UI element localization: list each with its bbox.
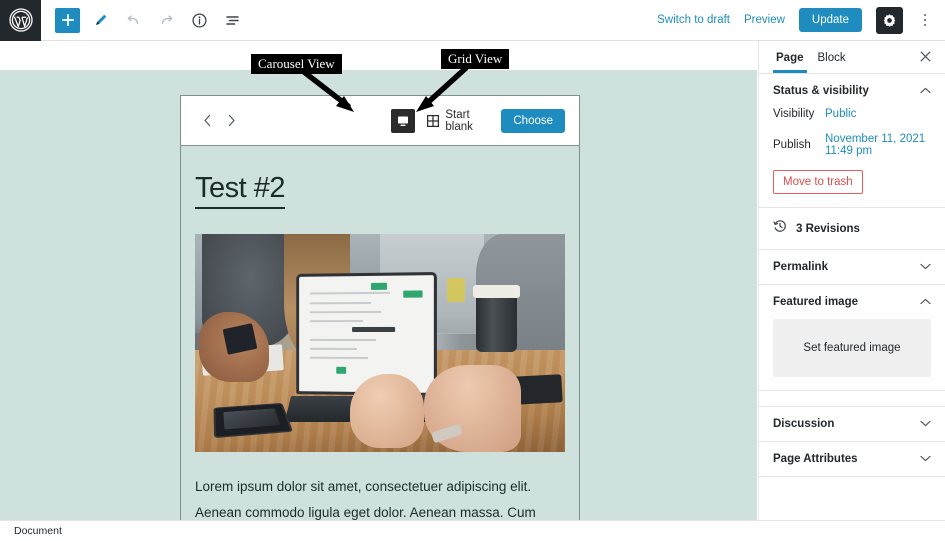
tools-pen-button[interactable] (88, 8, 113, 33)
chevron-down-icon[interactable] (920, 263, 931, 272)
pattern-picker-toolbar: Start blank Choose (181, 96, 579, 146)
featured-photo-image (195, 234, 565, 452)
chevron-down-icon[interactable] (920, 455, 931, 464)
settings-gear-icon[interactable] (876, 6, 903, 34)
chevron-right-icon[interactable] (219, 108, 243, 134)
visibility-value[interactable]: Public (825, 108, 856, 120)
permalink-title: Permalink (773, 261, 828, 273)
sidebar-tabs: Page Block (759, 41, 945, 74)
permalink-section: Permalink (759, 250, 945, 285)
grid-view-annotation-label: Grid View (441, 49, 510, 69)
add-block-button[interactable] (55, 7, 80, 33)
sidebar-divider (759, 391, 945, 407)
featured-image-section: Featured image Set featured image (759, 285, 945, 391)
featured-image-title: Featured image (773, 296, 858, 308)
publish-date-value[interactable]: November 11, 2021 11:49 pm (825, 133, 931, 157)
details-info-button[interactable] (187, 8, 212, 33)
publish-row: Publish November 11, 2021 11:49 pm (773, 133, 931, 157)
editor-tools-group (41, 7, 245, 33)
publish-label: Publish (773, 139, 811, 151)
featured-image-header[interactable]: Featured image (759, 285, 945, 319)
carousel-view-annotation-arrow (301, 70, 354, 112)
undo-button[interactable] (121, 8, 146, 33)
editor-canvas-top-strip (0, 41, 757, 70)
switch-to-draft-button[interactable]: Switch to draft (657, 14, 730, 26)
status-visibility-section: Status & visibility Visibility Public Pu… (759, 74, 945, 208)
discussion-section: Discussion (759, 407, 945, 442)
chevron-down-icon[interactable] (920, 420, 931, 429)
editor-top-toolbar: Switch to draft Preview Update (0, 0, 945, 41)
featured-image-body: Set featured image (759, 319, 945, 390)
permalink-header[interactable]: Permalink (759, 250, 945, 284)
revisions-row[interactable]: 3 Revisions (759, 208, 945, 250)
page-attributes-section: Page Attributes (759, 442, 945, 477)
discussion-title: Discussion (773, 418, 835, 430)
choose-button[interactable]: Choose (501, 108, 566, 133)
page-attributes-header[interactable]: Page Attributes (759, 442, 945, 476)
status-visibility-body: Visibility Public Publish November 11, 2… (759, 108, 945, 207)
visibility-row: Visibility Public (773, 108, 931, 120)
chevron-up-icon[interactable] (920, 87, 931, 96)
grid-view-annotation-arrow (416, 66, 469, 112)
page-title-heading[interactable]: Test #2 (195, 172, 286, 209)
pattern-preview-card: Start blank Choose Test #2 Lorem ipsum d… (180, 95, 580, 520)
chevron-up-icon[interactable] (920, 298, 931, 307)
pattern-paragraph[interactable]: Lorem ipsum dolor sit amet, consectetuer… (195, 474, 565, 520)
page-attributes-title: Page Attributes (773, 453, 858, 465)
update-button[interactable]: Update (798, 8, 862, 32)
redo-button[interactable] (154, 8, 179, 33)
tab-block[interactable]: Block (811, 43, 853, 72)
carousel-view-annotation-label: Carousel View (251, 54, 342, 74)
chevron-left-icon[interactable] (195, 108, 219, 134)
revisions-clock-icon (773, 219, 787, 238)
editor-actions-group: Switch to draft Preview Update (657, 6, 945, 34)
editor-bottom-bar: Document (0, 520, 945, 541)
tab-page[interactable]: Page (769, 43, 811, 73)
visibility-label: Visibility (773, 108, 815, 120)
status-visibility-header[interactable]: Status & visibility (759, 74, 945, 108)
status-visibility-title: Status & visibility (773, 85, 869, 97)
preview-button[interactable]: Preview (744, 14, 785, 26)
wordpress-block-editor: Switch to draft Preview Update Start bla… (0, 0, 945, 541)
set-featured-image-button[interactable]: Set featured image (773, 319, 931, 377)
editor-canvas: Start blank Choose Test #2 Lorem ipsum d… (0, 70, 757, 520)
move-to-trash-button[interactable]: Move to trash (773, 170, 863, 194)
list-view-button[interactable] (220, 8, 245, 33)
discussion-header[interactable]: Discussion (759, 407, 945, 441)
pattern-preview-content: Test #2 Lorem ipsum dolor sit amet, cons… (181, 146, 579, 520)
breadcrumb[interactable]: Document (14, 525, 62, 537)
revisions-label: 3 Revisions (796, 222, 860, 235)
wordpress-logo-icon[interactable] (0, 0, 41, 41)
settings-sidebar: Page Block Status & visibility Visibilit… (758, 41, 945, 520)
close-icon[interactable] (916, 51, 935, 64)
more-options-icon[interactable] (917, 7, 933, 34)
